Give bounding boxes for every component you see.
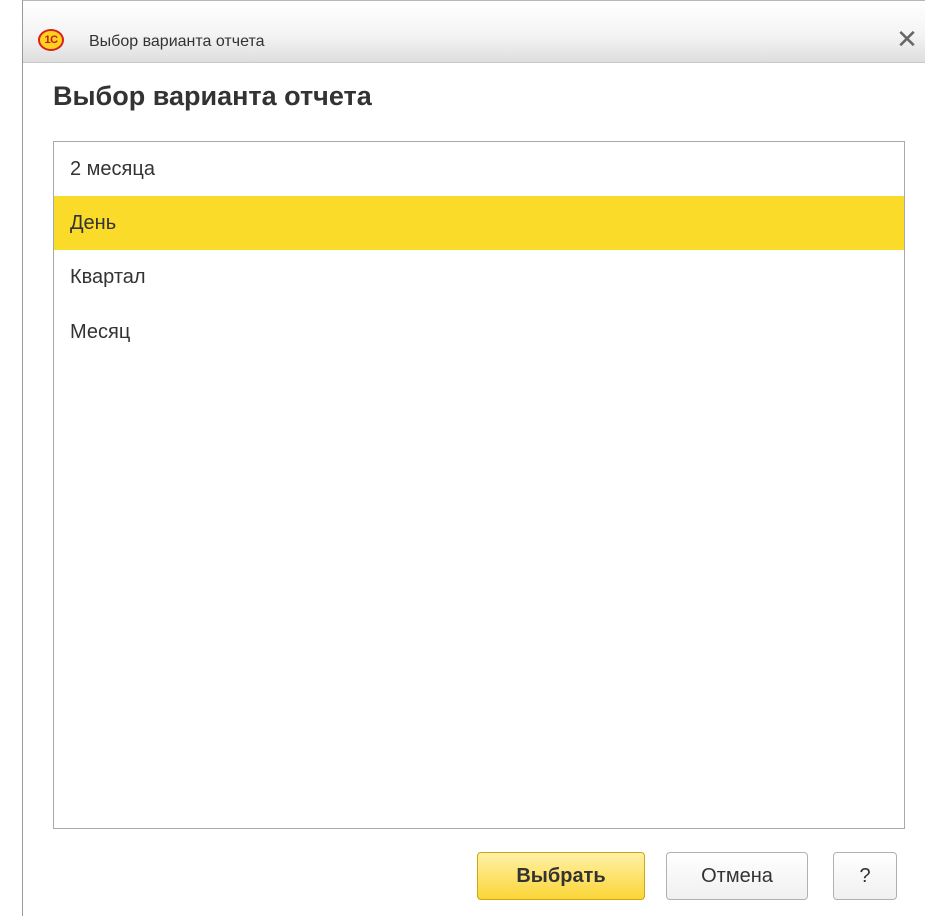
window-title: Выбор варианта отчета bbox=[89, 33, 265, 50]
list-item[interactable]: Квартал bbox=[54, 250, 904, 304]
list-item[interactable]: Месяц bbox=[54, 305, 904, 359]
select-button[interactable]: Выбрать bbox=[477, 852, 645, 900]
page-title: Выбор варианта отчета bbox=[53, 81, 372, 111]
cancel-button[interactable]: Отмена bbox=[666, 852, 808, 900]
variant-list[interactable]: 2 месяца День Квартал Месяц bbox=[53, 141, 905, 829]
list-item[interactable]: 2 месяца bbox=[54, 142, 904, 196]
help-button[interactable]: ? bbox=[833, 852, 897, 900]
close-icon[interactable]: ✕ bbox=[893, 24, 921, 54]
1c-logo-icon: 1С bbox=[38, 29, 64, 51]
title-bar[interactable]: 1С Выбор варианта отчета ✕ bbox=[23, 1, 925, 63]
list-item-selected[interactable]: День bbox=[54, 196, 904, 250]
report-variant-dialog: 1С Выбор варианта отчета ✕ Выбор вариант… bbox=[22, 0, 925, 916]
